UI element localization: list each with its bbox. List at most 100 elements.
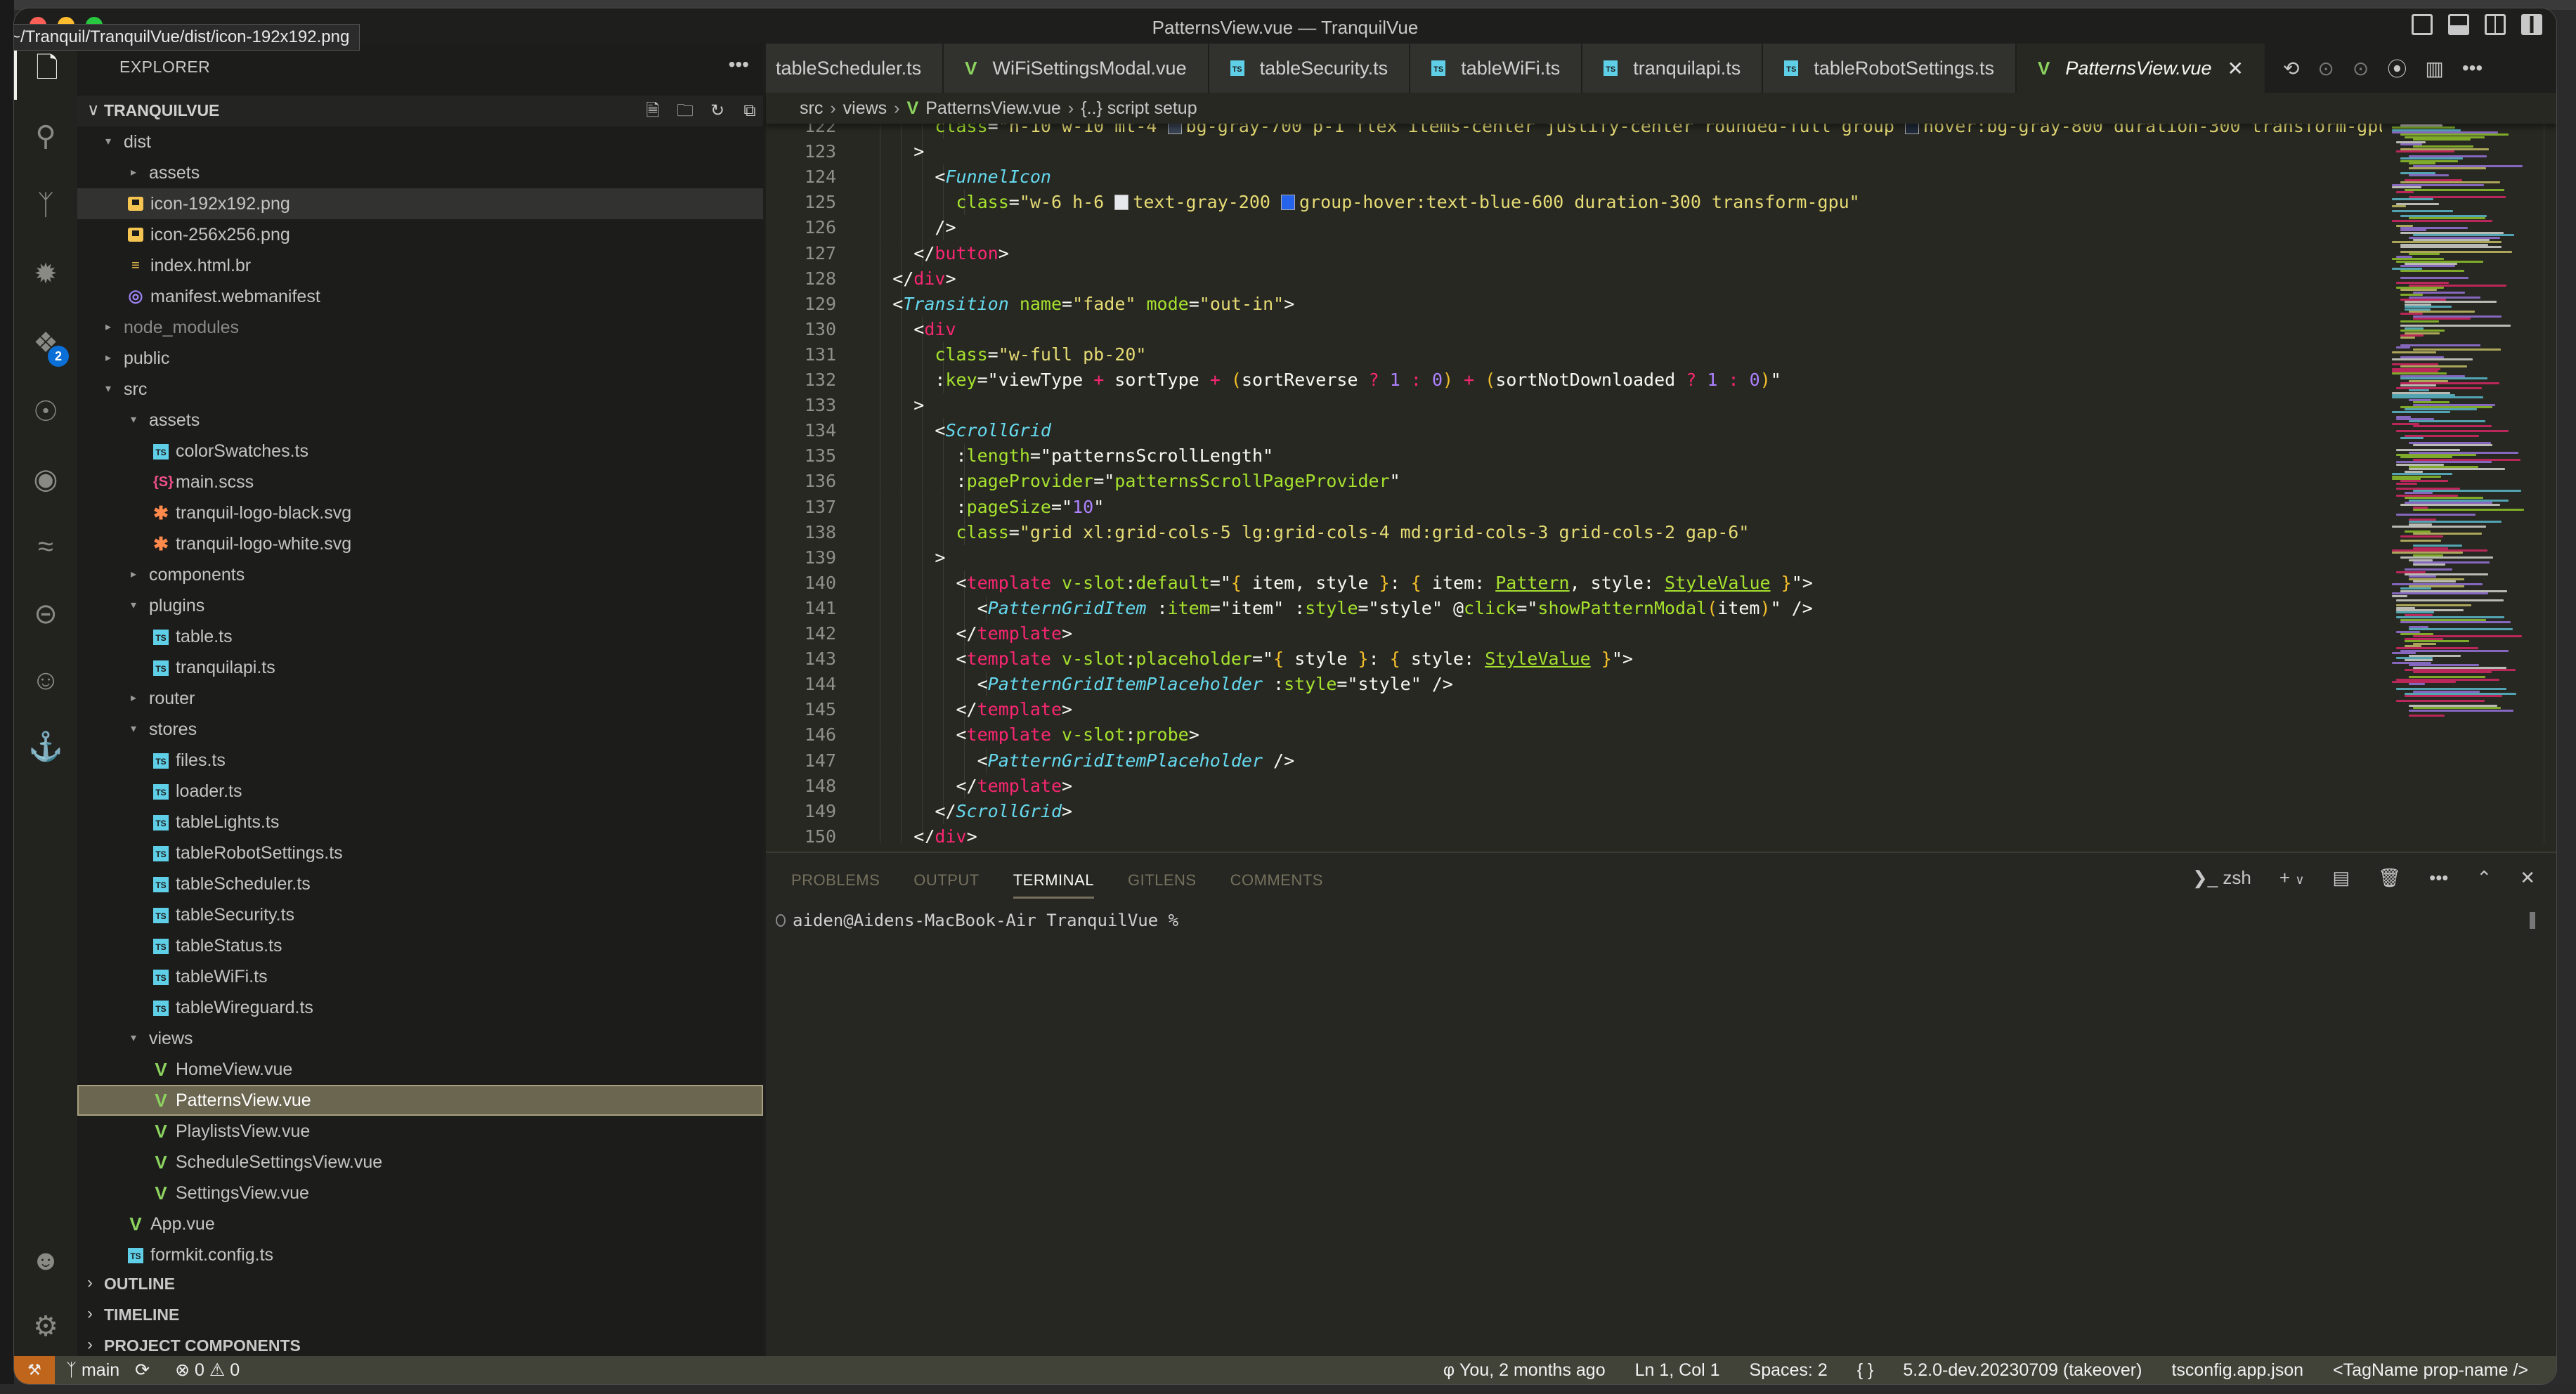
indentation[interactable]: Spaces: 2 [1750,1356,1828,1384]
extensions-icon[interactable]: ❖ 2 [14,315,77,371]
tsconfig[interactable]: tsconfig.app.json [2171,1356,2303,1384]
platformio-icon[interactable]: ☺ [14,652,77,708]
tree-file[interactable]: TS formkit.config.ts [77,1239,763,1270]
refresh-icon[interactable]: ↻ [708,101,727,121]
tree-file[interactable]: TS loader.ts [77,776,763,807]
tree-file[interactable]: TS table.ts [77,621,763,652]
tree-file[interactable]: TS files.ts [77,745,763,776]
minimap[interactable] [2389,119,2544,843]
editor-tab[interactable]: TS tableSecurity.ts [1209,44,1411,93]
new-folder-icon[interactable]: 🗀 [676,101,694,121]
problems-indicator[interactable]: ⊗ 0 ⚠ 0 [175,1356,240,1384]
tree-file[interactable]: TS tableRobotSettings.ts [77,838,763,868]
new-terminal-button[interactable]: + ∨ [2279,867,2305,889]
project-section-header[interactable]: ∨ TRANQUILVUE 🗎 🗀 ↻ ⧉ [77,96,763,126]
breadcrumb-item[interactable]: views [843,98,887,118]
code-editor[interactable]: 122 class="h-10 w-10 mt-4 bg-gray-700 p-1… [766,119,2382,843]
debug-icon[interactable]: ✹ [14,246,77,302]
editor-tab[interactable]: TS tranquilapi.ts [1582,44,1764,93]
git-blame[interactable]: φ You, 2 months ago [1443,1356,1606,1384]
terminal-output[interactable]: aiden@Aidens-MacBook-Air TranquilVue % [776,911,1178,930]
panel-tab-comments[interactable]: COMMENTS [1230,871,1323,899]
tag-name-style[interactable]: <TagName prop-name /> [2333,1356,2528,1384]
editor-tab[interactable]: V WiFiSettingsModal.vue [944,44,1209,93]
terminal-scrollbar[interactable] [2530,912,2535,929]
tree-folder[interactable]: ▾ plugins [77,590,763,621]
git-history-icon[interactable]: ⦿ [2387,54,2407,82]
tree-file[interactable]: TS tableStatus.ts [77,930,763,961]
tree-folder[interactable]: ▾ src [77,374,763,405]
outline-section[interactable]: › OUTLINE [77,1269,763,1300]
tree-file[interactable]: TS tableScheduler.ts [77,868,763,899]
gear-icon[interactable]: ⚙ [14,1298,77,1355]
tree-folder[interactable]: ▾ assets [77,405,763,436]
tree-file[interactable]: TS tranquilapi.ts [77,652,763,683]
maximize-panel-icon[interactable]: ⌃ [2476,867,2492,889]
tree-file[interactable]: icon-256x256.png [77,219,763,250]
more-actions-icon[interactable]: ••• [729,53,749,76]
tree-folder[interactable]: ▾ dist [77,126,763,157]
files-icon[interactable]: 🗋 [14,44,77,100]
tree-file[interactable]: V PlaylistsView.vue [77,1116,763,1147]
tree-file[interactable]: V SettingsView.vue [77,1178,763,1209]
editor-tab[interactable]: TS tableRobotSettings.ts [1763,44,2017,93]
tree-file[interactable]: ✱ tranquil-logo-white.svg [77,528,763,559]
docker-icon[interactable]: ⚓ [14,718,77,774]
tree-file[interactable]: V PatternsView.vue [77,1085,763,1116]
tree-file[interactable]: TS colorSwatches.ts [77,436,763,467]
espressif-icon[interactable]: ≈ [14,519,77,575]
search-icon[interactable]: ⚲ [14,108,77,164]
tree-file[interactable]: {S} main.scss [77,467,763,497]
typescript-version[interactable]: 5.2.0-dev.20230709 (takeover) [1903,1356,2142,1384]
branch-indicator[interactable]: ᛉ main [66,1356,119,1384]
tree-file[interactable]: TS tableWiFi.ts [77,961,763,992]
panel-tab-problems[interactable]: PROBLEMS [791,871,880,899]
customize-layout-icon[interactable] [2521,14,2542,35]
panel-tab-gitlens[interactable]: GITLENS [1128,871,1197,899]
tree-file[interactable]: ≡ index.html.br [77,250,763,281]
tree-folder[interactable]: ▾ views [77,1023,763,1054]
language-mode[interactable]: { } [1857,1356,1874,1384]
editor-tab[interactable]: V PatternsView.vue ✕ [2016,44,2266,93]
github-icon[interactable]: ◉ [14,451,77,507]
close-panel-icon[interactable]: ✕ [2520,867,2535,889]
trash-icon[interactable]: 🗑 [2378,867,2401,889]
source-control-icon[interactable]: ᛉ [14,177,77,233]
editor-tab[interactable]: tableScheduler.ts [766,44,944,93]
tree-folder[interactable]: ▸ public [77,343,763,374]
toggle-primary-sidebar-icon[interactable] [2412,14,2433,35]
tree-file[interactable]: TS tableWireguard.ts [77,992,763,1023]
panel-tab-output[interactable]: OUTPUT [913,871,979,899]
breadcrumb-item[interactable]: PatternsView.vue [925,98,1061,118]
tree-file[interactable]: V ScheduleSettingsView.vue [77,1147,763,1178]
split-terminal-icon[interactable]: ▤ [2333,867,2350,889]
split-editor-icon[interactable]: ▥ [2425,57,2443,80]
gitlens-icon[interactable]: ☉ [14,384,77,440]
tree-file[interactable]: TS tableSecurity.ts [77,899,763,930]
tree-file[interactable]: ✱ tranquil-logo-black.svg [77,497,763,528]
tree-folder[interactable]: ▸ node_modules [77,312,763,343]
terminal-profile[interactable]: ❯_ zsh [2192,867,2251,889]
sync-icon[interactable]: ⟳ [135,1356,150,1384]
tree-folder[interactable]: ▾ stores [77,714,763,745]
breadcrumb-item[interactable]: {..} script setup [1081,98,1197,118]
tree-file[interactable]: TS tableLights.ts [77,807,763,838]
tree-file[interactable]: V App.vue [77,1209,763,1239]
breadcrumb-item[interactable]: src [800,98,823,118]
tree-folder[interactable]: ▸ assets [77,157,763,188]
more-actions-icon[interactable]: ••• [2462,57,2483,79]
timeline-section[interactable]: › TIMELINE [77,1300,763,1331]
tree-folder[interactable]: ▸ components [77,559,763,590]
more-actions-icon[interactable]: ••• [2429,867,2448,889]
tree-file[interactable]: ◎ manifest.webmanifest [77,281,763,312]
panel-tab-terminal[interactable]: TERMINAL [1013,871,1094,899]
git-graph-icon[interactable]: ⊝ [14,586,77,642]
cursor-position[interactable]: Ln 1, Col 1 [1635,1356,1720,1384]
tree-file[interactable]: V HomeView.vue [77,1054,763,1085]
previous-change-icon[interactable]: ⊙ [2317,57,2334,80]
editor-tab[interactable]: TS tableWiFi.ts [1410,44,1583,93]
new-file-icon[interactable]: 🗎 [644,101,662,121]
tree-file[interactable]: icon-192x192.png [77,188,763,219]
open-changes-icon[interactable]: ⟲ [2283,57,2299,80]
editor-scrollbar[interactable] [2544,119,2556,843]
